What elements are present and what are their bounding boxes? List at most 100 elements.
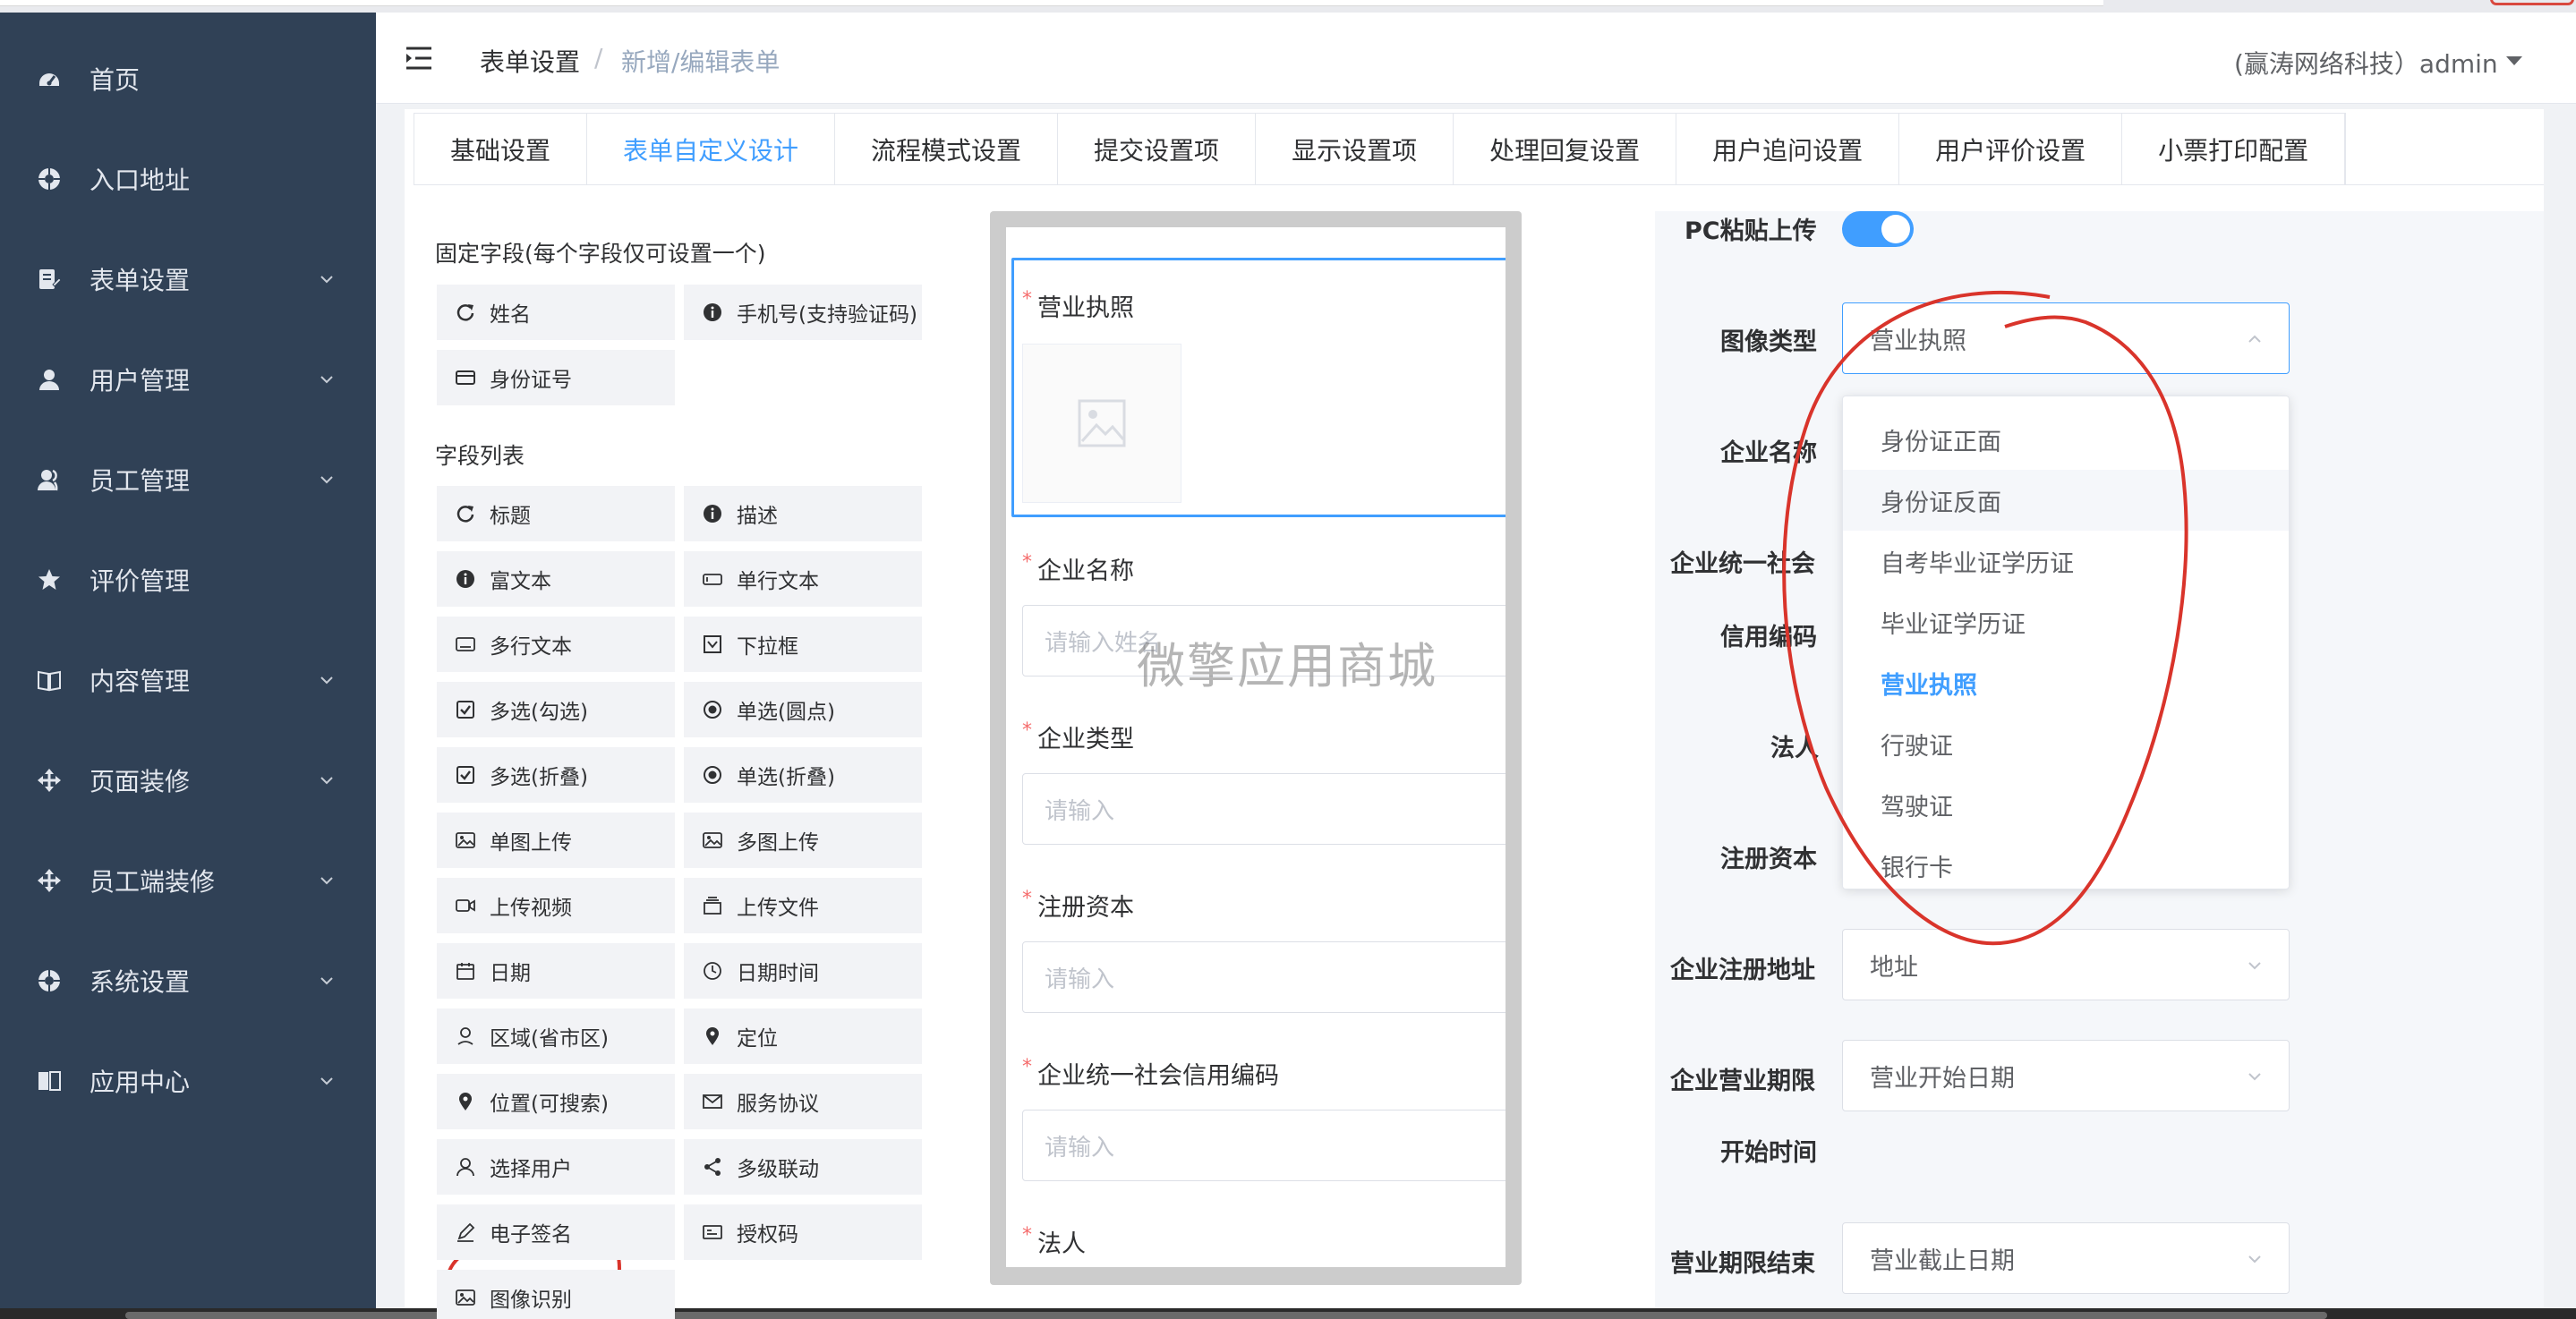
field-label: * 营业执照	[1022, 288, 1134, 322]
palette-field-button[interactable]: 区域(省市区)	[437, 1008, 675, 1064]
dropdown-option[interactable]: 身份证反面	[1843, 470, 2289, 531]
phone-screen: * 营业执照 * 企业名称 请输入姓名 * 企业类型 请输入 * 注册资本 请输入 * 企…	[1006, 227, 1506, 1267]
palette-field-button[interactable]: 姓名	[437, 285, 675, 340]
checkbox-icon	[456, 700, 475, 719]
registered-capital-input[interactable]: 请输入	[1022, 941, 1506, 1013]
chevron-down-icon	[320, 677, 333, 685]
pc-paste-toggle[interactable]	[1842, 211, 1914, 247]
palette-field-label: 日期时间	[737, 962, 819, 985]
caret-down-icon[interactable]	[2506, 56, 2522, 65]
image-type-select[interactable]: 营业执照	[1842, 302, 2290, 374]
dropdown-option[interactable]: 驾驶证	[1843, 774, 2289, 835]
tab-flow-mode[interactable]: 流程模式设置	[835, 114, 1059, 185]
credit-code-label-line1: 企业统一社会	[1670, 550, 1815, 578]
move-icon	[36, 767, 63, 794]
palette-field-button[interactable]: 上传文件	[684, 878, 922, 933]
palette-field-button[interactable]: 单图上传	[437, 813, 675, 868]
sidebar-item-staff-management[interactable]: 员工管理	[0, 430, 376, 530]
dropdown-option[interactable]: 行驶证	[1843, 713, 2289, 774]
dropdown-option-selected[interactable]: 营业执照	[1843, 652, 2289, 713]
top-navbar: 表单设置 / 新增/编辑表单 (赢涛网络科技）admin	[376, 13, 2576, 104]
palette-field-button[interactable]: 日期	[437, 943, 675, 999]
tab-submit-settings[interactable]: 提交设置项	[1058, 114, 1257, 185]
palette-field-button[interactable]: 单行文本	[684, 551, 922, 607]
image-type-label: 图像类型	[1720, 328, 1817, 356]
menu-fold-icon[interactable]	[405, 45, 433, 72]
palette-field-button[interactable]: 手机号(支持验证码)	[684, 285, 922, 340]
dropdown-option[interactable]: 身份证正面	[1843, 409, 2289, 470]
sidebar-item-user-management[interactable]: 用户管理	[0, 329, 376, 430]
palette-field-button[interactable]: 下拉框	[684, 617, 922, 672]
palette-field-button[interactable]: 位置(可搜索)	[437, 1074, 675, 1129]
palette-field-button[interactable]: 富文本	[437, 551, 675, 607]
address-select[interactable]: 地址	[1842, 929, 2290, 1000]
image-icon	[1078, 399, 1126, 447]
palette-field-label: 多选(勾选)	[490, 701, 588, 724]
palette-field-button[interactable]: 多行文本	[437, 617, 675, 672]
palette-field-button[interactable]: 授权码	[684, 1204, 922, 1260]
field-label: * 企业类型	[1022, 719, 1134, 753]
sidebar-item-review-management[interactable]: 评价管理	[0, 530, 376, 630]
palette-field-label: 图像识别	[490, 1289, 572, 1312]
palette-field-button[interactable]: 上传视频	[437, 878, 675, 933]
palette-field-button[interactable]: 多图上传	[684, 813, 922, 868]
chevron-up-icon	[2248, 335, 2261, 343]
sidebar-item-entry-url[interactable]: 入口地址	[0, 129, 376, 229]
sidebar-item-form-settings[interactable]: 表单设置	[0, 229, 376, 329]
tab-receipt-print[interactable]: 小票打印配置	[2122, 114, 2346, 185]
user-icon	[36, 366, 63, 393]
sidebar-item-system-settings[interactable]: 系统设置	[0, 931, 376, 1031]
video-icon	[456, 896, 475, 915]
palette-field-label: 单图上传	[490, 831, 572, 855]
image-upload-placeholder[interactable]	[1022, 344, 1181, 503]
period-start-value: 营业开始日期	[1870, 1064, 2015, 1093]
tab-display-settings[interactable]: 显示设置项	[1256, 114, 1454, 185]
tab-evaluation-settings[interactable]: 用户评价设置	[1899, 114, 2123, 185]
sidebar-item-page-decoration[interactable]: 页面装修	[0, 730, 376, 830]
tab-basic-settings[interactable]: 基础设置	[414, 114, 588, 185]
palette-field-button[interactable]: 定位	[684, 1008, 922, 1064]
dropdown-option[interactable]: 毕业证学历证	[1843, 591, 2289, 652]
palette-field-button[interactable]: 图像识别	[437, 1270, 675, 1319]
user-menu[interactable]: (赢涛网络科技）admin	[2234, 45, 2498, 81]
breadcrumb-parent[interactable]: 表单设置	[480, 43, 580, 79]
tab-reply-settings[interactable]: 处理回复设置	[1454, 114, 1677, 185]
palette-field-button[interactable]: 多选(折叠)	[437, 747, 675, 803]
sidebar-item-content-management[interactable]: 内容管理	[0, 630, 376, 730]
palette-field-label: 手机号(支持验证码)	[737, 303, 917, 327]
palette-field-label: 选择用户	[490, 1158, 572, 1181]
chevron-down-icon	[320, 276, 333, 284]
palette-field-button[interactable]: 身份证号	[437, 350, 675, 405]
sidebar-item-label: 用户管理	[90, 366, 191, 396]
palette-field-button[interactable]: 单选(圆点)	[684, 682, 922, 737]
tab-followup-settings[interactable]: 用户追问设置	[1676, 114, 1900, 185]
sidebar-item-staff-decoration[interactable]: 员工端装修	[0, 830, 376, 931]
palette-field-button[interactable]: 多级联动	[684, 1139, 922, 1195]
sidebar-item-home[interactable]: 首页	[0, 29, 376, 129]
credit-code-input[interactable]: 请输入	[1022, 1110, 1506, 1181]
sidebar-item-label: 内容管理	[90, 667, 191, 696]
tab-form-design[interactable]: 表单自定义设计	[587, 114, 836, 185]
period-start-select[interactable]: 营业开始日期	[1842, 1040, 2290, 1111]
period-end-select[interactable]: 营业截止日期	[1842, 1222, 2290, 1294]
company-type-input[interactable]: 请输入	[1022, 773, 1506, 845]
palette-field-button[interactable]: 描述	[684, 486, 922, 541]
palette-field-button[interactable]: 多选(勾选)	[437, 682, 675, 737]
capital-label: 注册资本	[1720, 846, 1817, 873]
sidebar-item-label: 员工端装修	[90, 867, 216, 897]
palette-field-label: 多行文本	[490, 635, 572, 659]
sidebar-item-label: 入口地址	[90, 166, 191, 195]
dropdown-option[interactable]: 自考毕业证学历证	[1843, 531, 2289, 591]
horizontal-scrollbar[interactable]	[0, 1308, 2576, 1319]
palette-field-button[interactable]: 服务协议	[684, 1074, 922, 1129]
sidebar-item-label: 表单设置	[90, 266, 191, 295]
sidebar-item-app-center[interactable]: 应用中心	[0, 1031, 376, 1131]
palette-field-button[interactable]: 日期时间	[684, 943, 922, 999]
dropdown-option[interactable]: 银行卡	[1843, 835, 2289, 896]
palette-field-button[interactable]: 选择用户	[437, 1139, 675, 1195]
palette-field-button[interactable]: 标题	[437, 486, 675, 541]
selected-field-box[interactable]: * 营业执照	[1011, 258, 1506, 517]
palette-field-button[interactable]: 单选(折叠)	[684, 747, 922, 803]
watermark: 微擎应用商城	[1137, 638, 1437, 694]
palette-field-button[interactable]: 电子签名	[437, 1204, 675, 1260]
